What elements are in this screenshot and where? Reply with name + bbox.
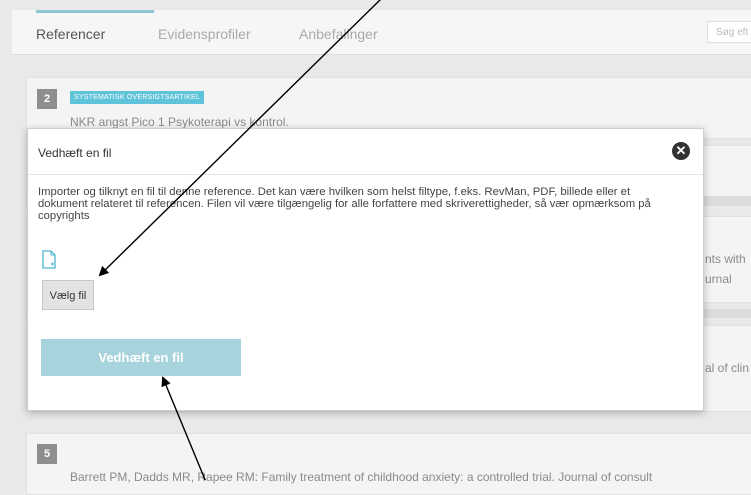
annotation-arrows	[98, 0, 381, 480]
annotation-arrow-attach-button	[161, 376, 206, 480]
annotation-arrow-choose-file	[98, 0, 381, 277]
